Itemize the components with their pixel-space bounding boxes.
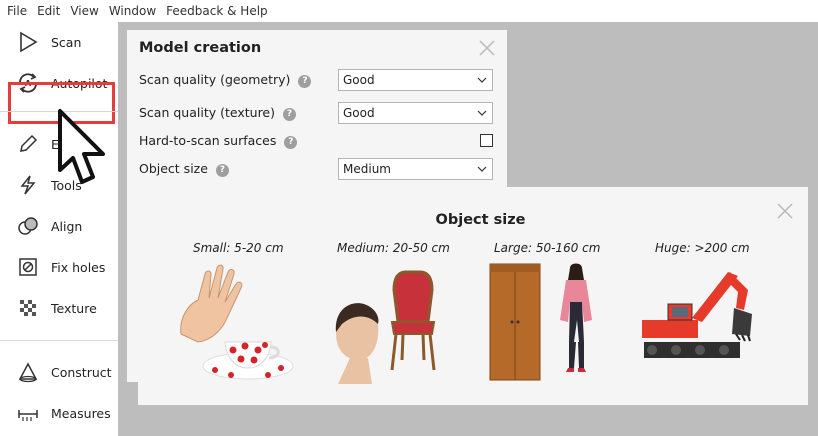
hand-and-cup-icon <box>180 264 294 380</box>
chevron-down-icon <box>477 110 487 116</box>
scan-quality-texture-select[interactable]: Good <box>338 102 493 124</box>
scan-quality-geometry-label: Scan quality (geometry)? <box>139 72 312 88</box>
size-category-medium: Medium: 20-50 cm <box>337 241 450 255</box>
menu-view[interactable]: View <box>65 4 103 18</box>
sidebar-item-measures[interactable]: Measures <box>0 394 118 432</box>
menu-edit[interactable]: Edit <box>32 4 65 18</box>
sidebar-item-label: Scan <box>51 34 82 50</box>
pencil-icon <box>16 132 40 156</box>
align-icon <box>16 214 40 238</box>
object-size-select[interactable]: Medium <box>338 158 493 180</box>
popup-pointer <box>209 177 229 187</box>
popup-title: Object size <box>435 212 526 228</box>
sidebar-item-label: Fix holes <box>51 259 106 275</box>
sidebar-item-construct[interactable]: Construct <box>0 353 118 391</box>
close-icon[interactable] <box>775 201 795 221</box>
object-size-label: Object size? <box>139 161 229 177</box>
texture-icon <box>16 296 40 320</box>
sidebar-item-label: Texture <box>51 300 97 316</box>
chevron-down-icon <box>477 166 487 172</box>
size-category-small: Small: 5-20 cm <box>193 241 284 255</box>
help-icon[interactable]: ? <box>215 164 229 177</box>
menu-window[interactable]: Window <box>104 4 161 18</box>
hard-to-scan-label: Hard-to-scan surfaces? <box>139 133 298 149</box>
mouse-pointer-icon <box>58 109 105 184</box>
sidebar-item-fix-holes[interactable]: Fix holes <box>0 248 118 286</box>
hard-to-scan-checkbox[interactable] <box>480 134 493 147</box>
help-icon[interactable]: ? <box>283 108 296 121</box>
chevron-down-icon <box>477 77 487 83</box>
scan-quality-geometry-select[interactable]: Good <box>338 69 493 91</box>
help-icon[interactable]: ? <box>298 75 312 88</box>
play-triangle-icon <box>16 30 40 54</box>
panel-title: Model creation <box>139 40 262 56</box>
sidebar-item-label: Align <box>51 218 83 234</box>
sidebar: Scan A Autopilot Ed Tools Align <box>0 22 118 436</box>
wardrobe-and-person-icon <box>489 263 592 381</box>
size-category-huge: Huge: >200 cm <box>655 241 750 255</box>
head-and-chair-icon <box>335 270 436 384</box>
divider <box>0 340 118 341</box>
size-category-large: Large: 50-160 cm <box>494 241 601 255</box>
excavator-icon <box>642 272 752 358</box>
fix-holes-icon <box>16 255 40 279</box>
menu-file[interactable]: File <box>0 4 32 18</box>
menu-feedback-help[interactable]: Feedback & Help <box>161 4 273 18</box>
sidebar-item-label: Measures <box>51 405 111 421</box>
menu-bar: File Edit View Window Feedback & Help <box>0 0 818 22</box>
sidebar-item-label: Construct <box>51 364 112 380</box>
help-icon[interactable]: ? <box>284 136 298 149</box>
lightning-icon <box>16 173 40 197</box>
object-size-popup: Object size Small: 5-20 cm Medium: 20-50… <box>138 187 808 405</box>
scan-quality-texture-label: Scan quality (texture)? <box>139 105 296 121</box>
sidebar-item-texture[interactable]: Texture <box>0 289 118 327</box>
measures-icon <box>16 401 40 425</box>
sidebar-item-align[interactable]: Align <box>0 207 118 245</box>
close-icon[interactable] <box>477 38 497 58</box>
sidebar-item-scan[interactable]: Scan <box>0 23 118 61</box>
construct-icon <box>16 360 40 384</box>
